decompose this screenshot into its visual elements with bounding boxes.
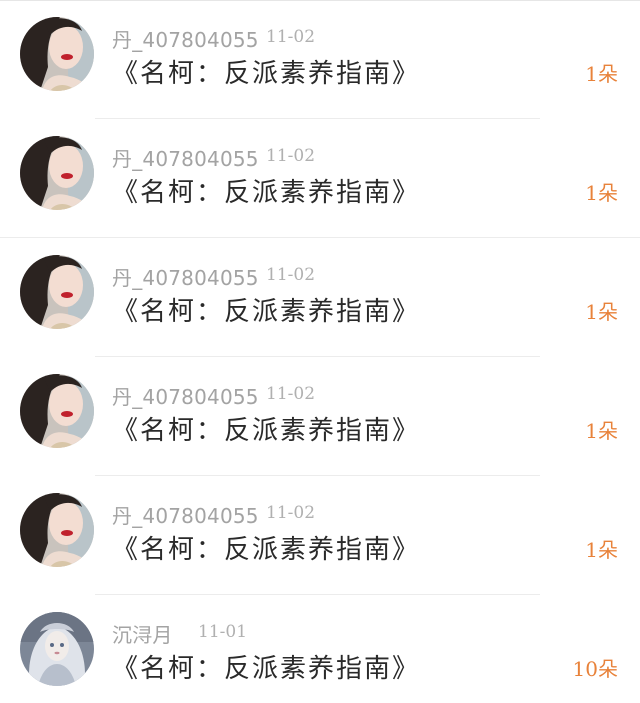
- avatar[interactable]: [20, 374, 94, 448]
- gift-date: 11-02: [266, 265, 316, 285]
- book-title[interactable]: 《名柯：反派素养指南》: [112, 529, 420, 566]
- username[interactable]: 丹_407804055: [112, 381, 259, 410]
- list-item[interactable]: 沉浔月 11-01 《名柯：反派素养指南》 10朵: [0, 595, 640, 703]
- username[interactable]: 丹_407804055: [112, 143, 259, 172]
- gift-amount: 1朵: [585, 538, 618, 562]
- username[interactable]: 沉浔月: [112, 619, 173, 648]
- gift-record-list: 丹_407804055 11-02 《名柯：反派素养指南》 1朵 丹_40780…: [0, 0, 640, 703]
- gift-amount: 1朵: [585, 300, 618, 324]
- avatar[interactable]: [20, 612, 94, 686]
- list-item[interactable]: 丹_407804055 11-02 《名柯：反派素养指南》 1朵: [0, 238, 640, 357]
- book-title[interactable]: 《名柯：反派素养指南》: [112, 53, 420, 90]
- list-item[interactable]: 丹_407804055 11-02 《名柯：反派素养指南》 1朵: [0, 119, 640, 238]
- avatar[interactable]: [20, 136, 94, 210]
- gift-amount: 1朵: [585, 181, 618, 205]
- gift-amount: 10朵: [572, 657, 618, 681]
- avatar[interactable]: [20, 17, 94, 91]
- avatar[interactable]: [20, 255, 94, 329]
- username[interactable]: 丹_407804055: [112, 262, 259, 291]
- book-title[interactable]: 《名柯：反派素养指南》: [112, 648, 420, 685]
- list-item[interactable]: 丹_407804055 11-02 《名柯：反派素养指南》 1朵: [0, 357, 640, 476]
- gift-amount: 1朵: [585, 419, 618, 443]
- username[interactable]: 丹_407804055: [112, 24, 259, 53]
- book-title[interactable]: 《名柯：反派素养指南》: [112, 410, 420, 447]
- gift-date: 11-02: [266, 384, 316, 404]
- gift-amount: 1朵: [585, 62, 618, 86]
- gift-date: 11-01: [198, 622, 248, 642]
- gift-date: 11-02: [266, 503, 316, 523]
- list-item[interactable]: 丹_407804055 11-02 《名柯：反派素养指南》 1朵: [0, 476, 640, 595]
- username[interactable]: 丹_407804055: [112, 500, 259, 529]
- book-title[interactable]: 《名柯：反派素养指南》: [112, 291, 420, 328]
- gift-date: 11-02: [266, 27, 316, 47]
- book-title[interactable]: 《名柯：反派素养指南》: [112, 172, 420, 209]
- list-item[interactable]: 丹_407804055 11-02 《名柯：反派素养指南》 1朵: [0, 0, 640, 119]
- gift-date: 11-02: [266, 146, 316, 166]
- avatar[interactable]: [20, 493, 94, 567]
